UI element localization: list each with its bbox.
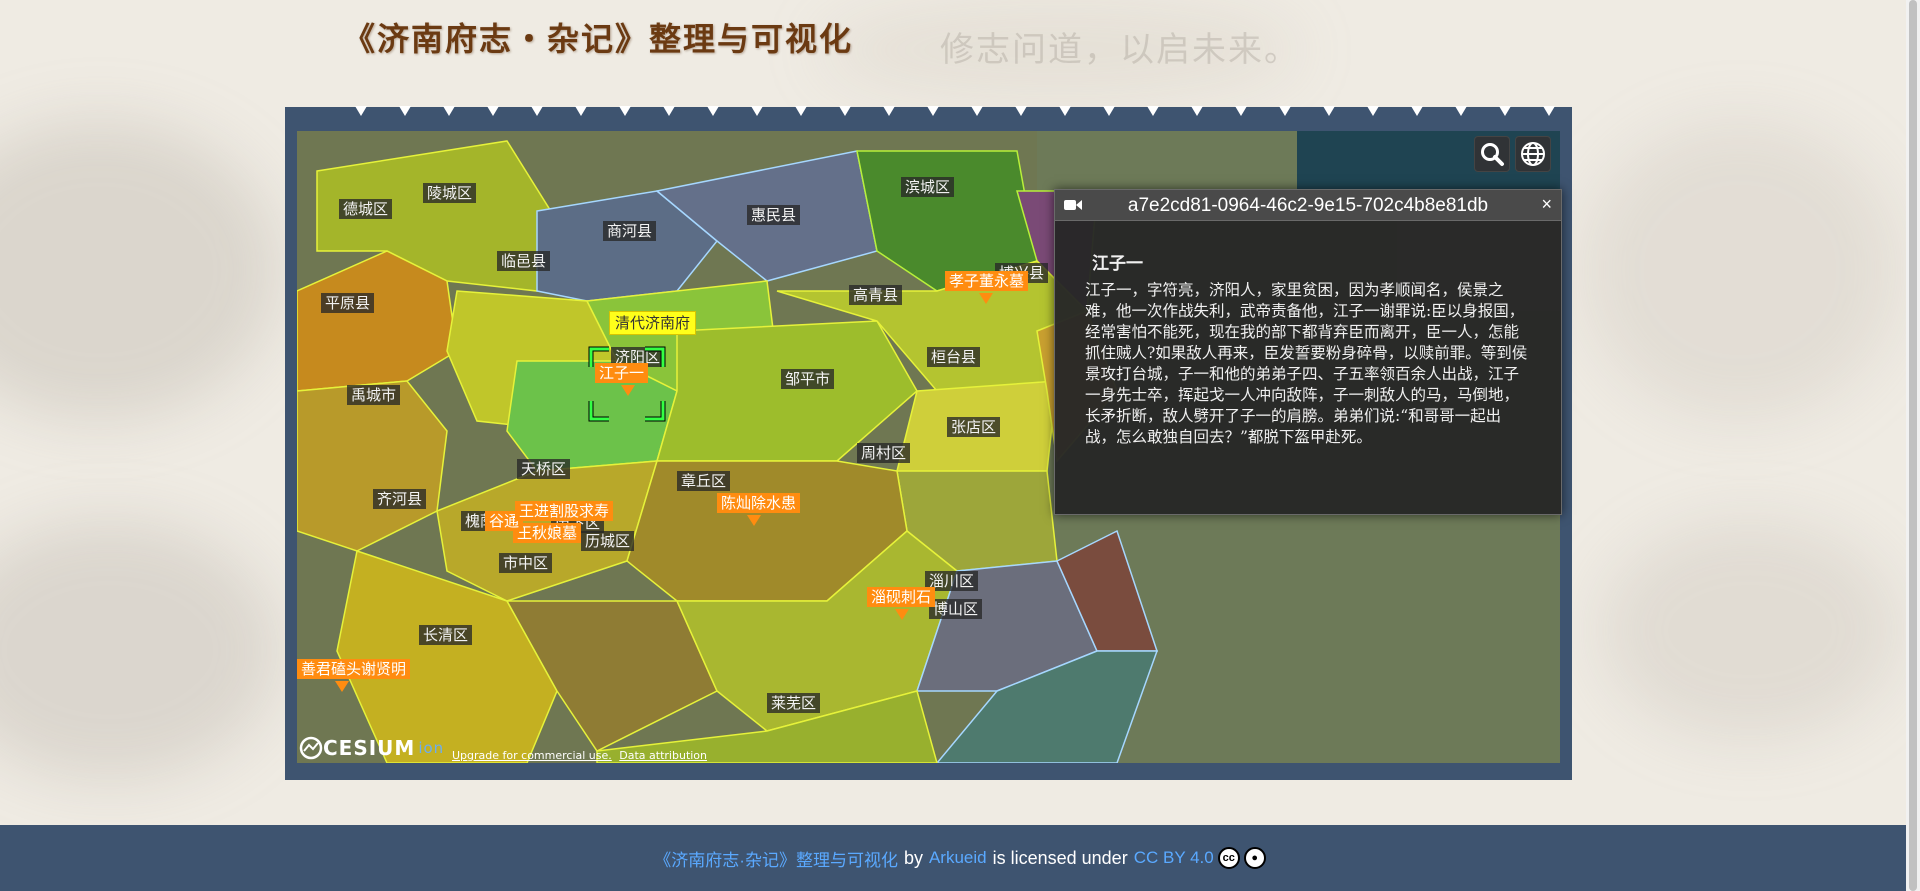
poi-label-chencan[interactable]: 陈灿除水患 [717,493,801,513]
frame-tooth [1103,106,1115,116]
frame-tooth [1015,106,1027,116]
poi-pin [895,609,909,620]
frame-tooth [487,106,499,116]
region-label-zhangqiu: 章丘区 [677,471,731,491]
infobox-panel: a7e2cd81-0964-46c2-9e15-702c4b8e81db × 江… [1054,189,1562,515]
region-label-changqing: 长清区 [419,625,473,645]
poi-label-shanjun[interactable]: 善君磕头谢贤明 [297,659,411,679]
region-label-huantai: 桓台县 [927,347,981,367]
frame-tooth [1455,106,1467,116]
cesium-ion-suffix: ion [418,739,445,757]
entry-title: 江子一 [1092,254,1143,274]
frame-tooth [1499,106,1511,116]
poi-label-dongyong-tomb[interactable]: 孝子董永墓 [945,271,1029,291]
jinan-prefecture-label[interactable]: 清代济南府 [609,311,697,335]
attribution-icon: ● [1243,847,1266,869]
selection-indicator [588,346,666,422]
license-footer: 《济南府志·杂记》整理与可视化 by Arkueid is licensed u… [0,825,1920,891]
credits-bar: Upgrade for commercial use. Data attribu… [452,749,711,762]
page-scrollbar[interactable] [1906,0,1920,891]
frame-tooth [663,106,675,116]
poi-pin [979,293,993,304]
cc-icon: cc [1217,847,1240,869]
frame-tooth [795,106,807,116]
frame-tooth [1191,106,1203,116]
poi-label-jiangziyi[interactable]: 江子一 [595,363,649,383]
work-title-link[interactable]: 《济南府志·杂记》整理与可视化 [654,846,898,871]
region-label-zouping: 邹平市 [781,369,835,389]
poi-pin [335,681,349,692]
region-label-boshan: 博山区 [929,599,983,619]
poi-label-wangqiuniang-tomb[interactable]: 王秋娘墓 [513,523,582,543]
frame-tooth [1367,106,1379,116]
region-label-lingcheng: 陵城区 [423,183,477,203]
frame-tooth [1411,106,1423,116]
region-label-yucheng: 禹城市 [347,385,401,405]
frame-tooth [1323,106,1335,116]
frame-tooth [1147,106,1159,116]
region-label-bincheng: 滨城区 [901,177,955,197]
scene-mode-button[interactable] [1515,136,1551,172]
geocoder-button[interactable] [1474,136,1510,172]
poi-label-wangjin[interactable]: 王进割股求寿 [515,501,614,521]
infobox-body: 江子一 江子一，字符亮，济阳人，家里贫困，因为孝顺闻名，侯景之难，他一次作战失利… [1055,221,1561,458]
frame-tooth [883,106,895,116]
poi-pin [747,515,761,526]
frame-tooth [751,106,763,116]
region-label-shanghe: 商河县 [603,221,657,241]
infobox-title: a7e2cd81-0964-46c2-9e15-702c4b8e81db [1127,195,1489,216]
frame-tooth [707,106,719,116]
frame-tooth [531,106,543,116]
region-label-pingyuan: 平原县 [321,293,375,313]
scrollbar-thumb[interactable] [1909,0,1917,891]
frame-tooth [399,106,411,116]
region-label-decheng: 德城区 [339,199,393,219]
frame-tooth [443,106,455,116]
frame-tooth [1235,106,1247,116]
poi-pin [621,385,635,396]
region-label-huimin: 惠民县 [747,205,801,225]
region-label-qihe: 齐河县 [373,489,427,509]
frame-tooth [575,106,587,116]
region-label-zhoucun: 周村区 [857,443,911,463]
globe-icon [1521,142,1545,166]
entry-text: 江子一，字符亮，济阳人，家里贫困，因为孝顺闻名，侯景之难，他一次作战失利，武帝责… [1085,281,1528,446]
frame-tooth [1543,106,1555,116]
frame-tooth [927,106,939,116]
frame-tooth [971,106,983,116]
author-link[interactable]: Arkueid [929,848,987,868]
data-attribution-link[interactable]: Data attribution [619,749,707,762]
close-icon[interactable]: × [1541,194,1552,215]
frame-tooth [1279,106,1291,116]
region-label-zhangdian: 张店区 [947,417,1001,437]
region-label-gaoqing: 高青县 [849,285,903,305]
cesium-brand: CESIUM [323,736,416,760]
footer-licensed: is licensed under [992,847,1128,868]
cesium-logo-icon [299,736,323,760]
upgrade-link[interactable]: Upgrade for commercial use. [452,749,612,762]
search-icon [1481,143,1504,166]
region-label-tianqiao: 天桥区 [517,459,571,479]
motto-watermark: 修志问道，以启未来。 [940,30,1300,70]
cesium-ion-logo[interactable]: CESIUM ion [299,736,444,760]
frame-tooth [1059,106,1071,116]
region-label-shizhong: 市中区 [499,553,553,573]
footer-by: by [903,847,923,868]
frame-tooth [355,106,367,116]
frame-tooth [839,106,851,116]
infobox-header: a7e2cd81-0964-46c2-9e15-702c4b8e81db × [1055,190,1561,221]
region-label-linyi: 临邑县 [497,251,551,271]
frame-tooth [619,106,631,116]
poi-label-ziyan[interactable]: 淄砚刺石 [867,587,936,607]
region-label-licheng: 历城区 [581,531,635,551]
region-label-laiwu: 莱芜区 [767,693,821,713]
license-link[interactable]: CC BY 4.0 [1134,848,1214,868]
page-title: 《济南府志・杂记》整理与可视化 [343,20,854,58]
